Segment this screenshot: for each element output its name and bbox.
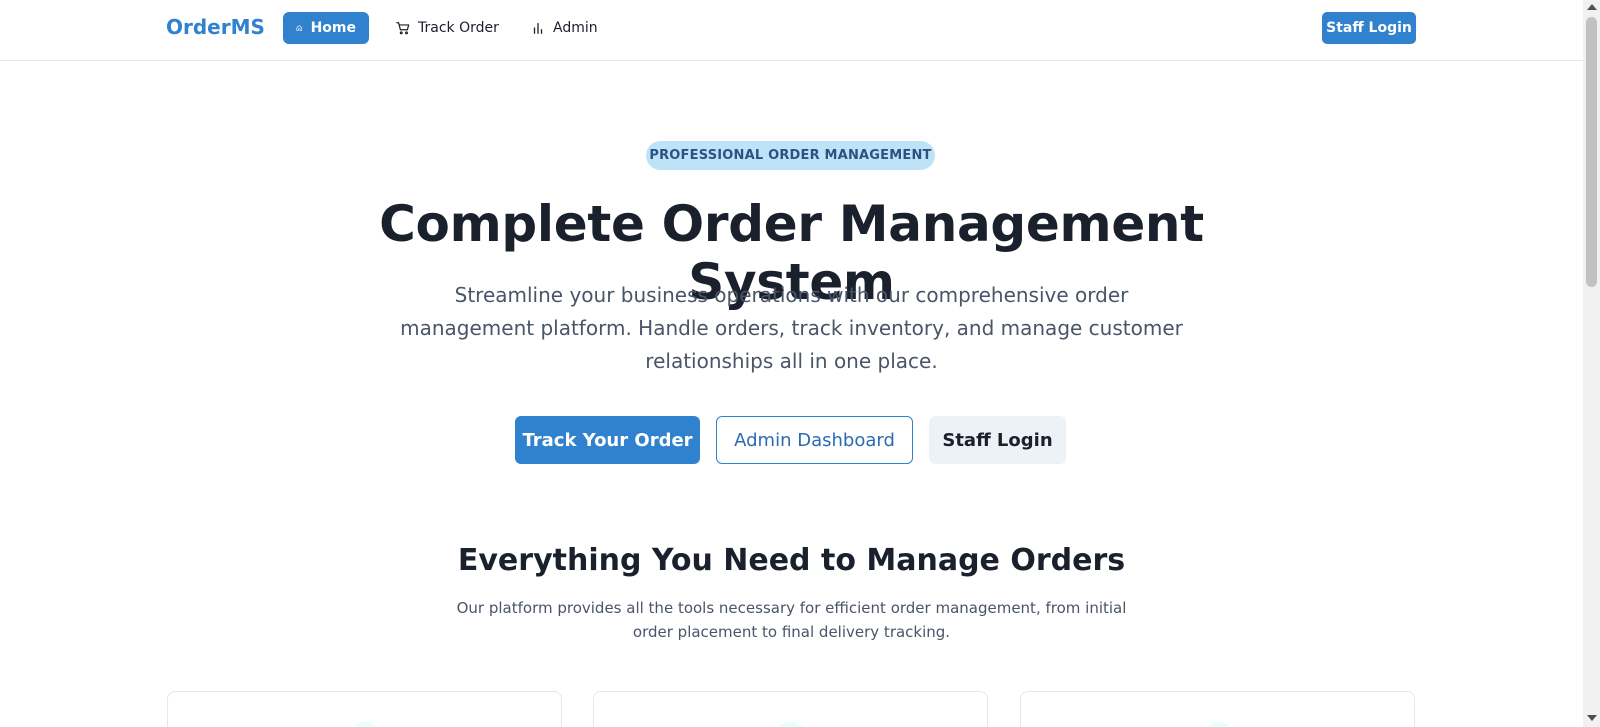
nav-track-order-link[interactable]: Track Order xyxy=(383,12,512,44)
feature-icon xyxy=(773,722,808,727)
hero-subtitle: Streamline your business operations with… xyxy=(400,283,1183,373)
features-subtitle: Our platform provides all the tools nece… xyxy=(456,599,1127,641)
track-your-order-button[interactable]: Track Your Order xyxy=(515,416,700,464)
nav-admin-link[interactable]: Admin xyxy=(518,12,611,44)
scroll-up-arrow-icon[interactable] xyxy=(1587,4,1597,10)
nav-track-order-label: Track Order xyxy=(418,20,499,36)
nav-home-label: Home xyxy=(310,20,356,36)
hero-badge: PROFESSIONAL ORDER MANAGEMENT xyxy=(646,141,935,170)
home-icon xyxy=(296,25,303,31)
feature-icon xyxy=(1200,722,1235,727)
features-title: Everything You Need to Manage Orders xyxy=(457,543,1126,578)
nav-admin-label: Admin xyxy=(553,20,598,36)
staff-login-button[interactable]: Staff Login xyxy=(929,416,1066,464)
brand-logo[interactable]: OrderMS xyxy=(166,15,265,39)
top-navbar: OrderMS Home Track Order Admin Staff Log… xyxy=(0,0,1583,61)
staff-login-nav-button[interactable]: Staff Login xyxy=(1322,12,1416,44)
page-scrollbar[interactable] xyxy=(1583,0,1600,727)
feature-icon xyxy=(347,722,382,727)
scrollbar-thumb[interactable] xyxy=(1586,17,1597,287)
admin-dashboard-button[interactable]: Admin Dashboard xyxy=(716,416,913,464)
nav-home-link[interactable]: Home xyxy=(283,12,369,44)
scroll-down-arrow-icon[interactable] xyxy=(1587,715,1597,721)
feature-card xyxy=(1020,691,1415,727)
feature-card xyxy=(167,691,562,727)
cart-icon xyxy=(396,22,410,35)
feature-card xyxy=(593,691,988,727)
bar-chart-icon xyxy=(533,22,543,34)
